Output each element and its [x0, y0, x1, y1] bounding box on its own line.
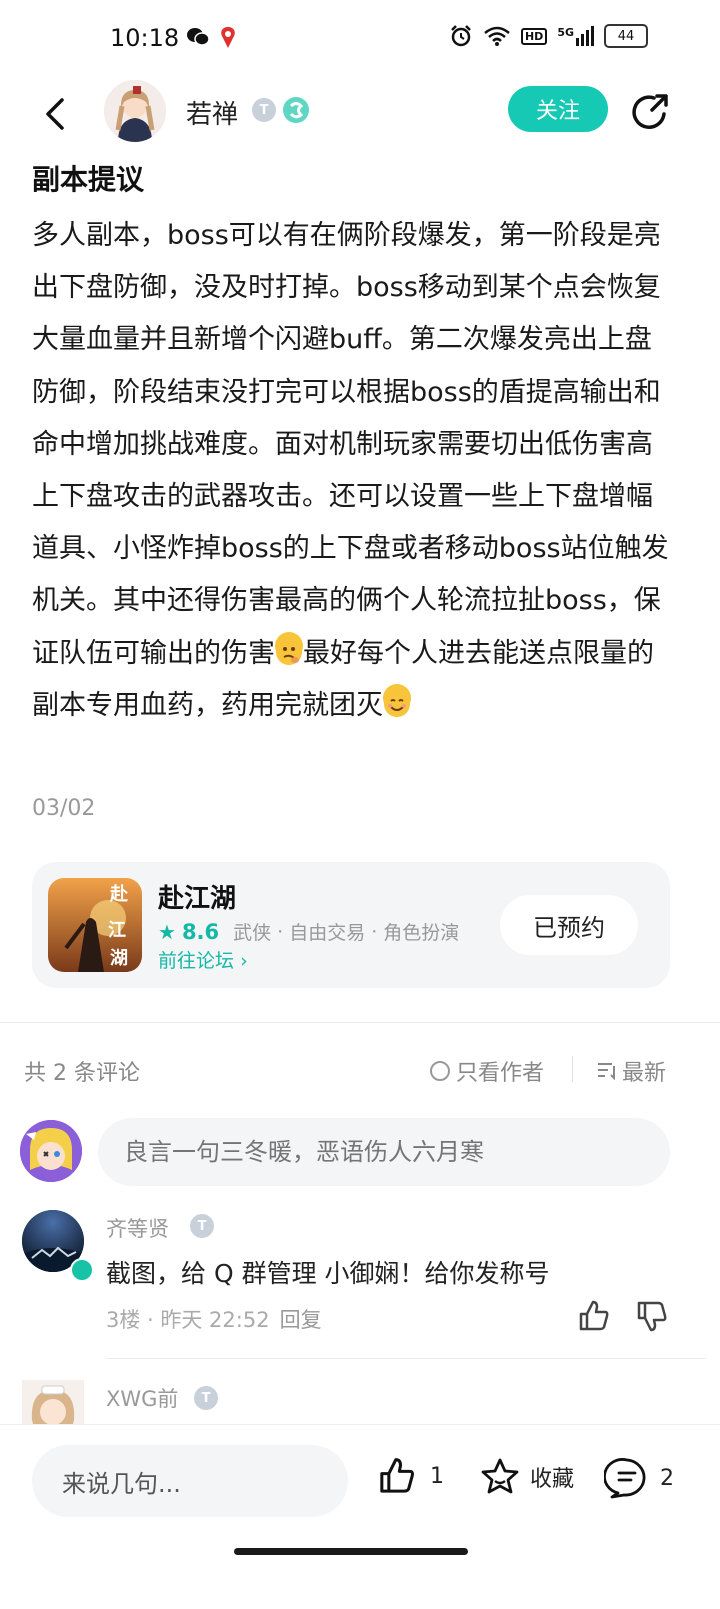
section-divider: [0, 1022, 720, 1023]
alarm-icon: [451, 25, 471, 47]
star-icon: ★: [158, 919, 176, 944]
status-time: 10:18: [110, 24, 180, 52]
comment-meta: 3楼 · 昨天 22:52 回复: [106, 1304, 322, 1334]
author-avatar-image: [104, 80, 166, 142]
post-body: 多人副本，boss可以有在俩阶段爆发，第一阶段是亮出下盘防御，没及时打掉。bos…: [32, 210, 676, 732]
network-type: 5G: [557, 26, 574, 39]
thumbs-up-icon[interactable]: [576, 1298, 612, 1334]
sort-latest-button[interactable]: 最新: [596, 1055, 666, 1087]
comment-input[interactable]: [98, 1118, 670, 1186]
achievement-badge-icon: [283, 97, 309, 123]
game-tag: 角色扮演: [383, 922, 460, 944]
post-date: 03/02: [32, 796, 96, 821]
svg-text:湖: 湖: [110, 948, 128, 969]
wechat-icon: [187, 28, 210, 46]
commenter-name[interactable]: 齐等贤: [106, 1213, 169, 1243]
wifi-icon: [484, 26, 510, 46]
reserved-button[interactable]: 已预约: [500, 895, 638, 955]
comment-floor-time: 3楼 · 昨天 22:52: [106, 1308, 270, 1332]
share-icon[interactable]: [628, 90, 672, 134]
author-avatar[interactable]: [104, 80, 166, 142]
map-pin-icon: [221, 27, 235, 48]
radio-circle-icon: [430, 1061, 450, 1081]
level-badge-text: T: [201, 1390, 211, 1406]
game-tag: 武侠: [233, 922, 272, 944]
comment-divider: [106, 1358, 706, 1359]
level-badge-icon: T: [190, 1214, 214, 1238]
sort-label: 最新: [622, 1061, 667, 1086]
reply-button[interactable]: 回复: [280, 1308, 322, 1332]
comment-text: 截图，给 Q 群管理 小御娴！给你发称号: [106, 1259, 550, 1288]
verified-badge-icon: [70, 1258, 94, 1282]
star-outline-icon: [481, 1458, 519, 1494]
game-meta: ★ 8.6 武侠 · 自由交易 · 角色扮演: [158, 919, 460, 945]
level-badge-icon: T: [252, 98, 276, 122]
favorite-label: 收藏: [530, 1467, 575, 1492]
like-button[interactable]: 1: [376, 1455, 444, 1497]
thumbs-down-icon[interactable]: [634, 1298, 670, 1334]
status-system-icons: HD 5G 44: [449, 24, 648, 48]
back-arrow-icon[interactable]: [36, 92, 80, 136]
bottom-action-bar: 来说几句... 1 收藏 2: [0, 1424, 720, 1609]
comments-button[interactable]: 2: [604, 1455, 674, 1501]
author-only-toggle[interactable]: 只看作者: [430, 1055, 544, 1087]
commenter-name[interactable]: XWG前: [106, 1383, 178, 1413]
author-only-label: 只看作者: [456, 1061, 545, 1086]
game-card[interactable]: 赴 江 湖 赴江湖 ★ 8.6 武侠 · 自由交易 · 角色扮演 前往论坛 › …: [32, 862, 670, 988]
quick-comment-input[interactable]: 来说几句...: [32, 1445, 348, 1517]
battery-icon: 44: [604, 24, 648, 48]
like-count: 1: [430, 1463, 444, 1489]
my-avatar-image: [20, 1120, 82, 1182]
author-name[interactable]: 若禅: [186, 94, 238, 131]
forum-link[interactable]: 前往论坛 ›: [158, 946, 248, 973]
game-tag: 自由交易: [289, 922, 366, 944]
sort-icon: [598, 1063, 615, 1081]
game-icon-text: 赴: [109, 883, 129, 905]
status-bar: 10:18 HD 5G 44: [0, 0, 720, 80]
post-title: 副本提议: [32, 163, 145, 196]
smiling-face-emoji-icon: [383, 683, 411, 717]
hd-icon: HD: [520, 27, 548, 45]
my-avatar: [20, 1120, 82, 1182]
commenter-name-label: 齐等贤: [106, 1217, 169, 1241]
favorite-button[interactable]: 收藏: [478, 1455, 574, 1499]
comment-count-badge: 2: [660, 1465, 674, 1491]
battery-level: 44: [617, 28, 635, 44]
post-header: 若禅 T 关注: [0, 80, 720, 150]
chevron-right-icon: ›: [240, 950, 248, 972]
thinking-face-emoji-icon: [275, 631, 303, 665]
game-icon-image: 赴 江 湖: [48, 878, 142, 972]
game-icon[interactable]: 赴 江 湖: [48, 878, 142, 972]
follow-button[interactable]: 关注: [508, 86, 608, 132]
level-badge-text: T: [259, 102, 269, 118]
game-rating: 8.6: [181, 919, 220, 944]
comment-count: 共 2 条评论: [24, 1061, 140, 1086]
status-notification-icons: [186, 26, 238, 50]
commenter-avatar-image: [22, 1380, 84, 1424]
svg-text:江: 江: [108, 920, 126, 941]
game-name[interactable]: 赴江湖: [158, 878, 236, 915]
commenter-name-label: XWG前: [106, 1387, 179, 1411]
signal-icon: 5G: [557, 26, 594, 46]
commenter-avatar[interactable]: [22, 1380, 84, 1424]
home-indicator[interactable]: [234, 1548, 468, 1555]
thumbs-up-icon: [380, 1458, 414, 1493]
forum-link-label: 前往论坛: [158, 950, 235, 972]
level-badge-text: T: [197, 1218, 207, 1234]
post-body-part-1: 多人副本，boss可以有在俩阶段爆发，第一阶段是亮出下盘防御，没及时打掉。bos…: [32, 220, 669, 669]
chat-bubble-icon: [604, 1458, 646, 1499]
separator: [572, 1056, 573, 1082]
level-badge-icon: T: [194, 1386, 218, 1410]
